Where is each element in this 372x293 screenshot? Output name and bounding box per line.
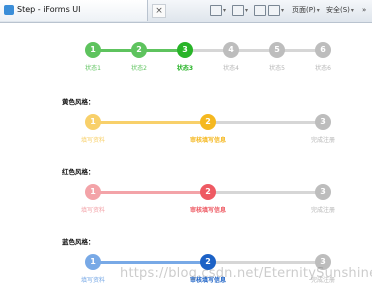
section-title-red: 红色风格： [62, 168, 95, 176]
home-button[interactable]: ▾ [210, 3, 226, 17]
step-1-circle[interactable]: 1 [85, 42, 101, 58]
step-5-circle[interactable]: 5 [269, 42, 285, 58]
safety-menu-label: 安全(S) [326, 6, 350, 14]
page-menu-label: 页面(P) [292, 6, 316, 14]
step-4-circle[interactable]: 4 [223, 42, 239, 58]
mail-button[interactable] [254, 3, 266, 17]
print-icon [268, 4, 280, 16]
step-connector [208, 261, 323, 264]
step-2-label: 审核填写信息 [189, 137, 226, 144]
step-1-label: 填写资料 [80, 137, 105, 144]
section-title-blue: 蓝色风格： [62, 238, 95, 246]
rss-icon [232, 4, 244, 16]
print-button[interactable]: ▾ [268, 3, 284, 17]
browser-tab[interactable]: Step - iForms UI [0, 0, 148, 21]
step-3-circle[interactable]: 3 [315, 114, 331, 130]
step-3-label: 完成注册 [310, 137, 335, 144]
home-icon [210, 4, 222, 16]
watermark: https://blog.csdn.net/EternitySunshine [120, 266, 372, 281]
more-tools-button[interactable]: » [362, 3, 366, 17]
page-menu[interactable]: 页面(P)▾ [292, 3, 320, 17]
close-tab-icon[interactable]: × [152, 4, 166, 18]
safety-menu[interactable]: 安全(S)▾ [326, 3, 354, 17]
page-favicon-icon [4, 5, 14, 15]
step-3-circle[interactable]: 3 [177, 42, 193, 58]
step-3-circle[interactable]: 3 [315, 184, 331, 200]
step-2-label: 审核填写信息 [189, 207, 226, 214]
step-2-circle[interactable]: 2 [200, 114, 216, 130]
section-title-yellow: 黄色风格： [62, 98, 95, 106]
step-2-circle[interactable]: 2 [131, 42, 147, 58]
step-1-label: 填写资料 [80, 207, 105, 214]
mail-icon [254, 4, 266, 16]
step-connector [208, 191, 323, 194]
step-1-circle[interactable]: 1 [85, 114, 101, 130]
step-6-circle[interactable]: 6 [315, 42, 331, 58]
feeds-button[interactable]: ▾ [232, 3, 248, 17]
step-6-label: 状态6 [315, 65, 331, 72]
step-3-label: 完成注册 [310, 207, 335, 214]
step-2-circle[interactable]: 2 [200, 184, 216, 200]
step-connector [93, 121, 208, 124]
step-connector [93, 191, 208, 194]
tab-title: Step - iForms UI [17, 5, 81, 14]
step-connector [93, 261, 208, 264]
step-1-circle[interactable]: 1 [85, 184, 101, 200]
step-1-label: 填写资料 [80, 277, 105, 284]
step-1-circle[interactable]: 1 [85, 254, 101, 270]
browser-tab-bar: Step - iForms UI × ▾ ▾ ▾ 页面(P)▾ 安全(S)▾ » [0, 0, 372, 23]
step-connector [208, 121, 323, 124]
